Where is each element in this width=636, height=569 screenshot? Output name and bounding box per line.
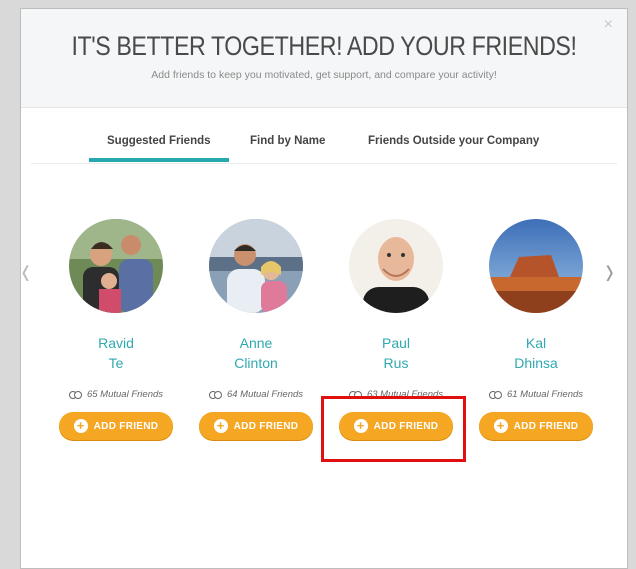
chevron-right-icon[interactable]: › bbox=[606, 251, 614, 291]
mutual-friends-count: 63 Mutual Friends bbox=[366, 389, 444, 400]
tab-bar: Suggested Friends Find by Name Friends O… bbox=[21, 129, 627, 164]
avatar[interactable] bbox=[69, 219, 163, 313]
mutual-friends-count: 65 Mutual Friends bbox=[86, 389, 164, 400]
friend-name[interactable]: Kal Dhinsa bbox=[466, 333, 606, 373]
friend-name[interactable]: Anne Clinton bbox=[186, 333, 326, 373]
tab-divider bbox=[31, 163, 617, 164]
plus-icon: + bbox=[353, 419, 368, 433]
friend-last-name: Dhinsa bbox=[514, 355, 558, 371]
mutual-friends: 61 Mutual Friends bbox=[466, 389, 606, 400]
plus-icon: + bbox=[213, 419, 228, 433]
friend-last-name: Rus bbox=[383, 355, 409, 371]
mutual-friends-count: 61 Mutual Friends bbox=[506, 389, 584, 400]
mutual-friends-count: 64 Mutual Friends bbox=[226, 389, 304, 400]
tab-find-by-name[interactable]: Find by Name bbox=[250, 135, 325, 147]
tab-suggested-friends[interactable]: Suggested Friends bbox=[89, 135, 228, 162]
friend-name[interactable]: Paul Rus bbox=[326, 333, 466, 373]
mutual-friends: 64 Mutual Friends bbox=[186, 389, 326, 400]
add-friend-button[interactable]: + ADD FRIEND bbox=[479, 412, 593, 440]
mutual-friends-icon bbox=[488, 390, 503, 400]
modal-title: IT'S BETTER TOGETHER! ADD YOUR FRIENDS! bbox=[71, 31, 577, 61]
modal-subtitle: Add friends to keep you motivated, get s… bbox=[151, 69, 497, 81]
friend-first-name: Kal bbox=[525, 335, 547, 351]
friend-first-name: Anne bbox=[239, 335, 273, 351]
friend-first-name: Paul bbox=[381, 335, 411, 351]
add-friend-label: ADD FRIEND bbox=[93, 420, 159, 432]
mutual-friends-icon bbox=[208, 390, 223, 400]
friend-last-name: Te bbox=[108, 355, 124, 371]
friend-first-name: Ravid bbox=[98, 335, 134, 351]
mutual-friends-icon bbox=[68, 390, 83, 400]
mutual-friends-icon bbox=[348, 390, 363, 400]
add-friend-button[interactable]: + ADD FRIEND bbox=[199, 412, 313, 440]
add-friend-label: ADD FRIEND bbox=[373, 420, 439, 432]
plus-icon: + bbox=[493, 419, 508, 433]
plus-icon: + bbox=[73, 419, 88, 433]
chevron-left-icon[interactable]: ‹ bbox=[22, 251, 30, 291]
friend-last-name: Clinton bbox=[234, 355, 278, 371]
modal-header: × IT'S BETTER TOGETHER! ADD YOUR FRIENDS… bbox=[21, 9, 627, 108]
friend-card: Anne Clinton 64 Mutual Friends + ADD FRI… bbox=[186, 219, 326, 440]
close-icon[interactable]: × bbox=[604, 17, 613, 33]
friend-card: Paul Rus 63 Mutual Friends + ADD FRIEND bbox=[326, 219, 466, 440]
avatar[interactable] bbox=[349, 219, 443, 313]
mutual-friends: 63 Mutual Friends bbox=[326, 389, 466, 400]
avatar[interactable] bbox=[209, 219, 303, 313]
mutual-friends: 65 Mutual Friends bbox=[46, 389, 186, 400]
add-friends-modal: × IT'S BETTER TOGETHER! ADD YOUR FRIENDS… bbox=[20, 8, 628, 569]
friend-card: Kal Dhinsa 61 Mutual Friends + ADD FRIEN… bbox=[466, 219, 606, 440]
add-friend-label: ADD FRIEND bbox=[233, 420, 299, 432]
tab-friends-outside-company[interactable]: Friends Outside your Company bbox=[368, 135, 539, 147]
friend-card: Ravid Te 65 Mutual Friends + ADD FRIEND bbox=[46, 219, 186, 440]
add-friend-label: ADD FRIEND bbox=[513, 420, 579, 432]
avatar[interactable] bbox=[489, 219, 583, 313]
add-friend-button[interactable]: + ADD FRIEND bbox=[59, 412, 173, 440]
friend-name[interactable]: Ravid Te bbox=[46, 333, 186, 373]
add-friend-button[interactable]: + ADD FRIEND bbox=[339, 412, 453, 440]
